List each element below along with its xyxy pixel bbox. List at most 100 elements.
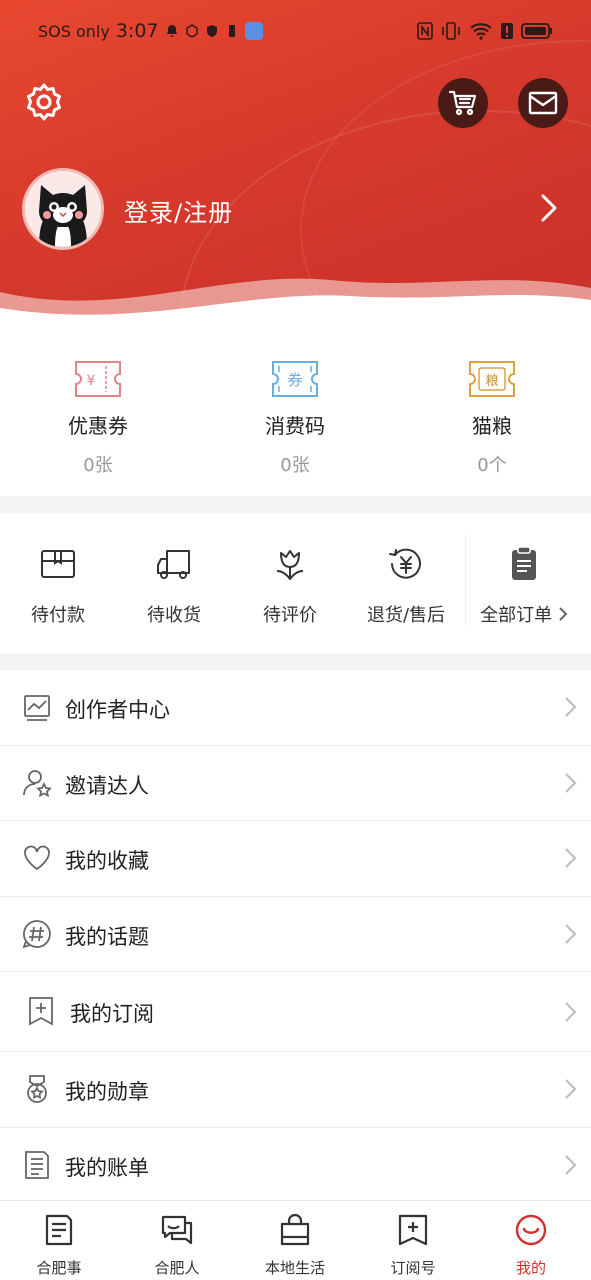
header-wave <box>0 278 591 330</box>
nav-label: 合肥人 <box>154 1259 200 1277</box>
cart-icon <box>448 90 477 116</box>
menu-label: 我的订阅 <box>70 1002 154 1026</box>
nav-subscription[interactable]: 订阅号 <box>354 1213 472 1278</box>
wifi-icon <box>470 23 492 40</box>
news-icon <box>45 1214 73 1246</box>
menu-creator-center[interactable]: 创作者中心 <box>0 670 591 746</box>
bill-icon <box>25 1150 49 1179</box>
profile-header: SOS only 3:07 登录/注册 <box>0 0 591 330</box>
message-button[interactable] <box>518 78 568 128</box>
order-refund[interactable]: 退货/售后 <box>348 545 464 627</box>
tulip-icon <box>276 550 304 580</box>
wallet-label: 消费码 <box>265 414 325 438</box>
menu-list: 创作者中心 邀请达人 我的收藏 我的话题 我的订阅 我的勋章 我的账单 <box>0 670 591 1203</box>
coupon-entry[interactable]: ¥ 优惠券 0张 <box>28 360 168 477</box>
avatar[interactable] <box>22 168 104 250</box>
nav-hefei-people[interactable]: 合肥人 <box>118 1213 236 1278</box>
chevron-right-icon <box>565 1002 577 1022</box>
wallet-count: 0个 <box>477 455 507 476</box>
order-pending-payment[interactable]: 待付款 <box>0 545 116 627</box>
subscribe-icon <box>398 1214 428 1246</box>
login-register-link[interactable]: 登录/注册 <box>124 193 233 228</box>
clipboard-icon <box>512 546 536 580</box>
hashtag-icon <box>22 919 51 948</box>
voucher-code-entry[interactable]: 券 消费码 0张 <box>225 360 365 477</box>
cat-avatar-icon <box>25 171 101 247</box>
voucher-code-icon: 券 <box>272 361 318 397</box>
order-label: 待付款 <box>31 605 85 626</box>
wallet-label: 猫粮 <box>472 414 512 438</box>
cart-button[interactable] <box>438 78 488 128</box>
nav-mine[interactable]: 我的 <box>472 1213 590 1278</box>
order-label: 待评价 <box>263 605 317 626</box>
menu-label: 我的勋章 <box>65 1080 149 1104</box>
menu-favorites[interactable]: 我的收藏 <box>0 821 591 897</box>
nav-local-life[interactable]: 本地生活 <box>236 1213 354 1278</box>
order-pending-review[interactable]: 待评价 <box>232 545 348 627</box>
wallet-label: 优惠券 <box>68 414 128 438</box>
vibrate-icon <box>442 22 460 40</box>
nav-label: 订阅号 <box>390 1259 436 1277</box>
chart-icon <box>24 695 50 721</box>
menu-medals[interactable]: 我的勋章 <box>0 1052 591 1128</box>
nav-label: 我的 <box>515 1259 546 1277</box>
shield-icon <box>206 25 217 37</box>
status-bar: SOS only 3:07 <box>0 0 591 66</box>
medal-icon <box>27 1075 47 1103</box>
chevron-right-icon <box>565 1079 577 1099</box>
nav-hefei-news[interactable]: 合肥事 <box>0 1213 118 1278</box>
chevron-right-icon <box>565 697 577 717</box>
cat-food-entry[interactable]: 粮 猫粮 0个 <box>422 360 562 477</box>
chat-icon <box>161 1215 193 1245</box>
order-label: 退货/售后 <box>366 605 446 626</box>
order-shortcuts: 待付款 待收货 待评价 退货/售后 全部订单 <box>0 513 591 653</box>
order-all-label: 全部订单 <box>480 605 553 626</box>
bell-icon <box>166 25 178 37</box>
nav-label: 本地生活 <box>264 1259 325 1277</box>
smile-icon <box>515 1214 547 1246</box>
gear-icon <box>27 83 61 121</box>
cat-food-icon: 粮 <box>469 361 515 397</box>
chevron-right-icon <box>559 607 568 621</box>
refund-icon <box>389 548 421 579</box>
clock: 3:07 <box>115 20 159 42</box>
chevron-right-icon[interactable] <box>536 192 562 224</box>
shopping-bag-icon <box>280 1213 310 1246</box>
chevron-right-icon <box>565 848 577 868</box>
svg-text:券: 券 <box>287 371 302 389</box>
nav-label: 合肥事 <box>36 1259 82 1277</box>
menu-invite[interactable]: 邀请达人 <box>0 746 591 821</box>
mail-icon <box>528 91 558 115</box>
bottom-navigation: 合肥事 合肥人 本地生活 订阅号 我的 <box>0 1200 591 1280</box>
svg-text:¥: ¥ <box>87 373 96 389</box>
nfc-icon <box>417 22 433 40</box>
menu-label: 我的话题 <box>65 924 149 949</box>
wallet-count: 0张 <box>83 455 113 476</box>
carrier-text: SOS only <box>38 21 110 41</box>
menu-label: 我的账单 <box>65 1155 149 1180</box>
invite-user-icon <box>23 769 52 797</box>
wallet-icon <box>41 550 75 578</box>
heart-icon <box>24 845 50 871</box>
chevron-right-icon <box>565 772 577 793</box>
chevron-right-icon <box>565 1154 577 1175</box>
truck-icon <box>157 550 190 579</box>
app-notification-icon <box>244 22 263 40</box>
menu-subscriptions[interactable]: 我的订阅 <box>0 972 591 1052</box>
menu-topics[interactable]: 我的话题 <box>0 897 591 972</box>
order-pending-delivery[interactable]: 待收货 <box>116 545 232 627</box>
battery-alert-icon <box>228 25 235 37</box>
coupon-icon: ¥ <box>75 361 121 397</box>
order-all[interactable]: 全部订单 <box>466 545 582 627</box>
alert-icon <box>501 23 513 39</box>
svg-text:粮: 粮 <box>485 374 498 389</box>
menu-bills[interactable]: 我的账单 <box>0 1128 591 1204</box>
menu-label: 创作者中心 <box>65 698 170 722</box>
order-label: 全部订单 <box>466 601 582 627</box>
cube-icon <box>185 24 198 38</box>
order-label: 待收货 <box>147 605 201 626</box>
chevron-right-icon <box>565 923 577 944</box>
bookmark-plus-icon <box>29 997 53 1026</box>
settings-button[interactable] <box>24 82 64 122</box>
menu-label: 邀请达人 <box>65 773 149 798</box>
